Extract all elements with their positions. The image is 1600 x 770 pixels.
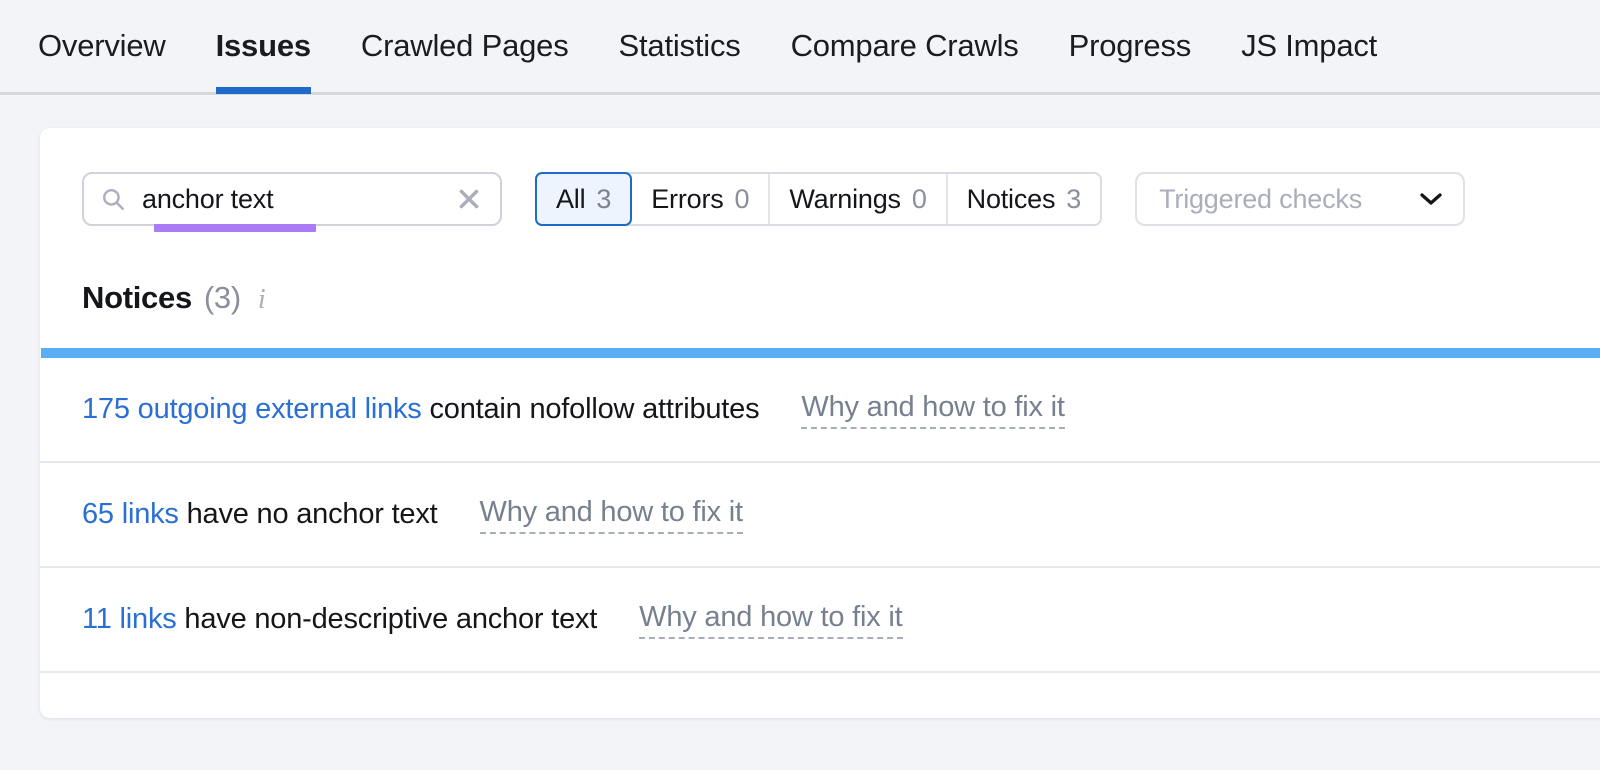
filter-warnings[interactable]: Warnings 0 (770, 174, 947, 224)
why-and-how-to-fix-it-link[interactable]: Why and how to fix it (639, 601, 902, 639)
filter-count: 3 (1066, 184, 1081, 215)
issue-count-link[interactable]: 65 links (82, 498, 179, 530)
tab-statistics[interactable]: Statistics (619, 0, 741, 94)
section-title: Notices (82, 280, 192, 316)
main-tab-bar: Overview Issues Crawled Pages Statistics… (0, 0, 1600, 95)
table-row[interactable]: 65 links have no anchor text Why and how… (40, 463, 1600, 568)
tab-label: Overview (38, 28, 166, 64)
filter-notices[interactable]: Notices 3 (948, 174, 1100, 224)
issue-rest: have non-descriptive anchor text (177, 603, 598, 635)
tab-js-impact[interactable]: JS Impact (1241, 0, 1377, 94)
tab-label: Statistics (619, 28, 741, 64)
filter-label: Warnings (789, 184, 900, 215)
section-count: (3) (204, 280, 241, 316)
tab-progress[interactable]: Progress (1069, 0, 1191, 94)
tab-label: JS Impact (1241, 28, 1377, 64)
issue-count-link[interactable]: 175 outgoing external links (82, 393, 422, 425)
search-term-highlight (154, 224, 316, 232)
why-and-how-to-fix-it-link[interactable]: Why and how to fix it (480, 496, 743, 534)
filter-label: All (556, 184, 585, 215)
search-icon (100, 186, 126, 212)
section-heading: Notices (3) i (82, 280, 266, 316)
info-icon[interactable]: i (258, 284, 266, 316)
tab-label: Progress (1069, 28, 1191, 64)
issue-rest: contain nofollow attributes (422, 393, 760, 425)
filter-errors[interactable]: Errors 0 (632, 174, 770, 224)
issue-rest: have no anchor text (179, 498, 438, 530)
tab-label: Compare Crawls (791, 28, 1019, 64)
close-icon[interactable] (456, 186, 482, 212)
filter-count: 0 (912, 184, 927, 215)
severity-filter-group: All 3 Errors 0 Warnings 0 Notices 3 (535, 172, 1102, 226)
filter-label: Notices (967, 184, 1056, 215)
tab-label: Issues (216, 28, 311, 64)
tab-label: Crawled Pages (361, 28, 569, 64)
filter-count: 0 (735, 184, 750, 215)
tab-issues[interactable]: Issues (216, 0, 311, 94)
chevron-down-icon (1419, 192, 1443, 206)
tab-overview[interactable]: Overview (38, 0, 166, 94)
table-row[interactable]: 11 links have non-descriptive anchor tex… (40, 568, 1600, 673)
triggered-checks-dropdown[interactable]: Triggered checks (1135, 172, 1465, 226)
filter-label: Errors (651, 184, 723, 215)
list-footer-spacer (40, 673, 1600, 706)
tab-crawled-pages[interactable]: Crawled Pages (361, 0, 569, 94)
issues-list: 175 outgoing external links contain nofo… (40, 358, 1600, 706)
filter-count: 3 (596, 184, 611, 215)
filter-toolbar: anchor text All 3 Errors 0 Warnings 0 No… (82, 172, 1465, 226)
issue-count-link[interactable]: 11 links (82, 603, 177, 635)
issue-description: 175 outgoing external links contain nofo… (82, 393, 759, 426)
dropdown-label: Triggered checks (1159, 184, 1362, 215)
table-row[interactable]: 175 outgoing external links contain nofo… (40, 358, 1600, 463)
issues-card: anchor text All 3 Errors 0 Warnings 0 No… (40, 128, 1600, 718)
severity-accent-bar (41, 348, 1600, 358)
why-and-how-to-fix-it-link[interactable]: Why and how to fix it (801, 391, 1064, 429)
search-input-value: anchor text (142, 184, 273, 215)
issue-description: 11 links have non-descriptive anchor tex… (82, 603, 597, 636)
tab-compare-crawls[interactable]: Compare Crawls (791, 0, 1019, 94)
search-input[interactable]: anchor text (82, 172, 502, 226)
issue-description: 65 links have no anchor text (82, 498, 438, 531)
filter-all[interactable]: All 3 (535, 172, 632, 226)
